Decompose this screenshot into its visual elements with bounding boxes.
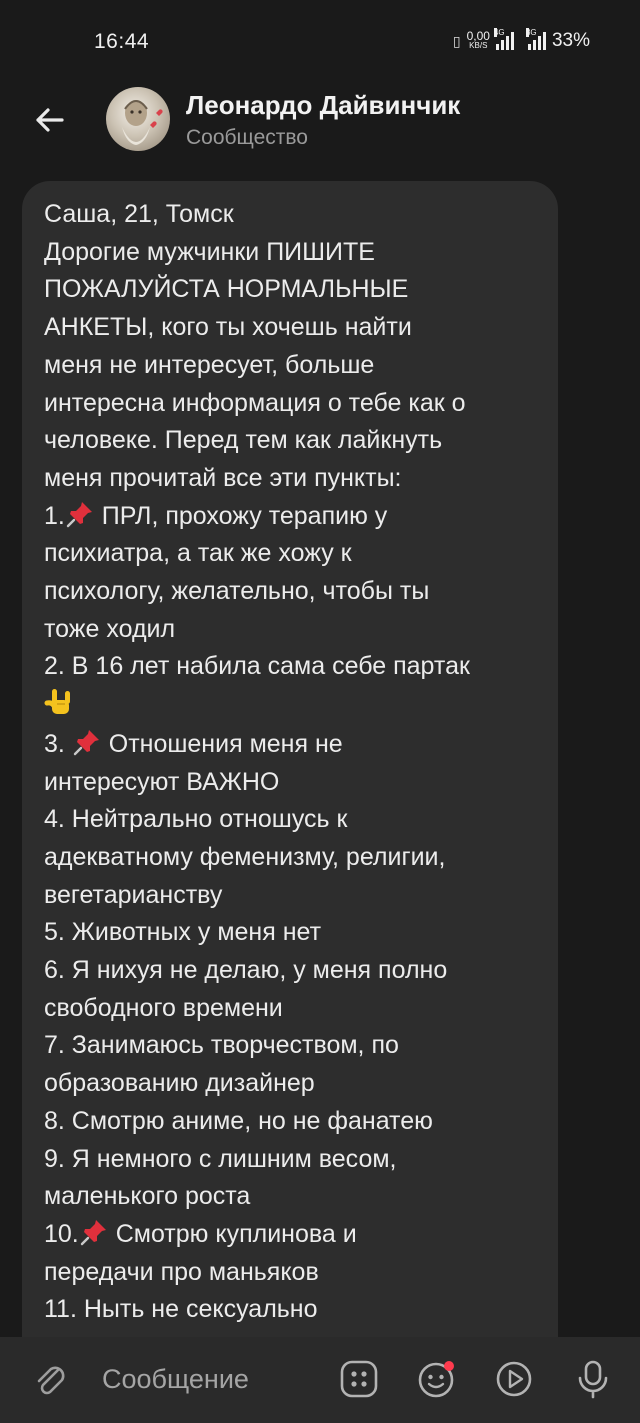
message-line: Дорогие мужчинки ПИШИТЕ <box>44 237 375 266</box>
message-line: АНКЕТЫ, кого ты хочешь найти <box>44 313 412 342</box>
sticker-smile-icon[interactable] <box>414 1357 458 1401</box>
sign-of-the-horns-icon <box>44 689 76 720</box>
net-speed-value: 0,00 <box>466 29 490 43</box>
arrow-left-icon <box>36 108 64 132</box>
message-line: вегетарианству <box>44 880 223 909</box>
message-line: интересуют ВАЖНО <box>44 767 280 796</box>
message-line: ПОЖАЛУЙСТА НОРМАЛЬНЫЕ <box>44 275 409 304</box>
message-line: 6. Я нихуя не делаю, у меня полно <box>44 956 448 985</box>
message-line: свободного времени <box>44 993 283 1022</box>
message-line-text: 1. <box>44 501 65 530</box>
message-line-text: 10. <box>44 1219 79 1248</box>
status-bar: 16:44 ▯ 0,00 KB/S 4G 3G 33% <box>0 0 640 84</box>
message-line-text: ПРЛ, прохожу терапию у <box>94 501 388 530</box>
status-time: 16:44 <box>94 30 150 53</box>
message-line: 8. Смотрю аниме, но не фанатею <box>44 1106 433 1135</box>
chat-title[interactable]: Леонардо Дайвинчик <box>186 90 460 121</box>
pushpin-icon <box>79 1219 109 1248</box>
play-video-icon[interactable] <box>492 1357 536 1401</box>
battery-level: 33% <box>551 30 590 51</box>
pushpin-icon <box>65 501 95 530</box>
message-line: 11. Ныть не сексуально <box>44 1295 318 1324</box>
net-speed-unit: KB/S <box>469 41 488 50</box>
message-text: Саша, 21, Томск Дорогие мужчинки ПИШИТЕ ПО… <box>44 196 544 1329</box>
message-line: адекватному феменизму, религии, <box>44 842 446 871</box>
back-button[interactable] <box>28 98 72 142</box>
message-line: Саша, 21, Томск <box>44 200 234 228</box>
message-line: передачи про маньяков <box>44 1257 319 1286</box>
message-line: 1. ПРЛ, прохожу терапию у <box>44 498 544 536</box>
message-line: 7. Занимаюсь творчеством, по <box>44 1031 399 1060</box>
chat-subtitle: Сообщество <box>186 126 308 149</box>
message-composer: Сообщение <box>0 1337 640 1423</box>
message-line: психиатра, а так же хожу к <box>44 539 352 568</box>
attach-paperclip-icon[interactable] <box>28 1357 72 1401</box>
status-icons: ▯ 0,00 KB/S 4G 3G 33% <box>452 28 590 52</box>
message-line: маленького роста <box>44 1182 251 1211</box>
message-line <box>44 686 544 726</box>
message-line: 3. Отношения меня не <box>44 726 544 764</box>
signal-3g-icon: 3G <box>525 28 546 50</box>
message-line: 5. Животных у меня нет <box>44 918 322 947</box>
message-line: 9. Я немного с лишним весом, <box>44 1144 397 1173</box>
message-line: тоже ходил <box>44 614 176 643</box>
message-line: образованию дизайнер <box>44 1069 315 1098</box>
message-line-text: 3. <box>44 729 72 758</box>
message-line-text: Отношения меня не <box>101 729 343 758</box>
vibrate-icon: ▯ <box>452 32 461 49</box>
net-speed: 0,00 KB/S <box>466 29 490 51</box>
message-line: меня прочитай все эти пункты: <box>44 463 402 492</box>
avatar[interactable] <box>106 87 170 151</box>
message-line: 4. Нейтрально отношусь к <box>44 805 348 834</box>
message-line-text: Смотрю куплинова и <box>108 1219 357 1248</box>
message-line: меня не интересует, больше <box>44 350 375 379</box>
message-line: 2. В 16 лет набила сама себе партак <box>44 652 470 681</box>
signal-4g-icon: 4G <box>493 28 514 50</box>
message-line: интересна информация о тебе как о <box>44 388 466 417</box>
message-line: психологу, желательно, чтобы ты <box>44 577 430 606</box>
message-input[interactable]: Сообщение <box>102 1364 249 1395</box>
pushpin-icon <box>72 729 102 758</box>
microphone-icon[interactable] <box>571 1357 615 1401</box>
message-line: человеке. Перед тем как лайкнуть <box>44 426 443 455</box>
keyboard-bot-icon[interactable] <box>337 1357 381 1401</box>
chat-header: Леонардо Дайвинчик Сообщество <box>0 84 640 164</box>
message-line: 10. Смотрю куплинова и <box>44 1216 544 1254</box>
